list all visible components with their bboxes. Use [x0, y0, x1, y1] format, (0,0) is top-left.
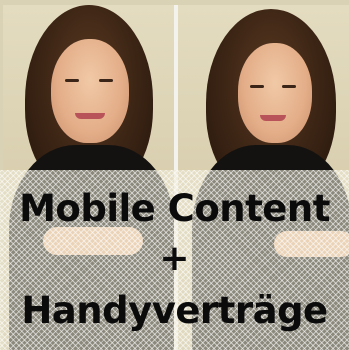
face-shape: [51, 39, 129, 143]
eye-shape: [250, 85, 264, 88]
face-shape: [238, 43, 312, 143]
promo-banner[interactable]: Mobile Content + Handyverträge: [0, 0, 349, 350]
mouth-shape: [75, 113, 105, 119]
eye-shape: [65, 79, 79, 82]
headline-plus: +: [159, 238, 190, 279]
headline-line-2: Handyverträge: [21, 289, 328, 332]
eye-shape: [282, 85, 296, 88]
mouth-shape: [260, 115, 286, 121]
eye-shape: [99, 79, 113, 82]
headline-line-1: Mobile Content: [19, 187, 330, 230]
